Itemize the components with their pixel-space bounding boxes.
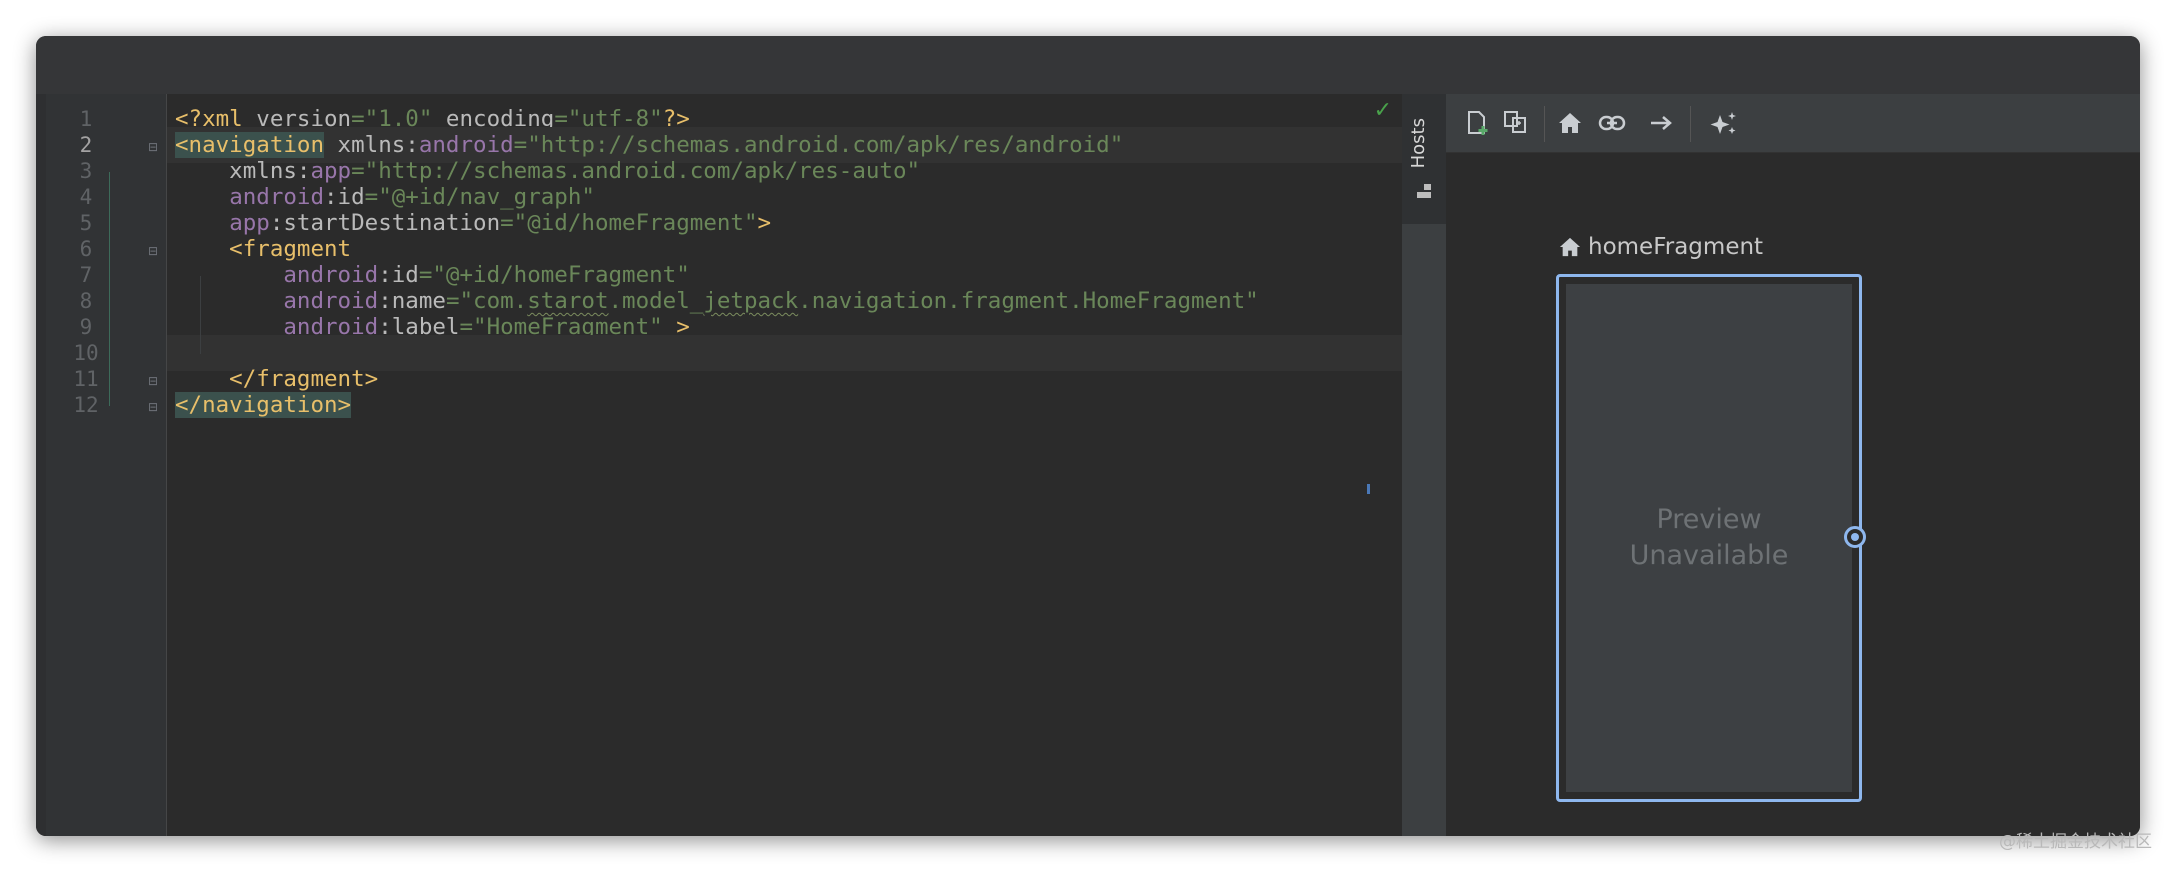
deep-link-icon[interactable]	[1594, 106, 1630, 140]
indent-guide	[200, 276, 201, 354]
hosts-tool-strip: Hosts	[1402, 94, 1446, 836]
line-number-gutter: 1 2 3 4 5 6 7 8 9 10 11 12	[46, 94, 166, 836]
add-action-icon[interactable]	[1644, 106, 1680, 140]
action-drag-handle[interactable]	[1844, 526, 1866, 548]
design-toolbar	[1446, 94, 2140, 153]
new-destination-icon[interactable]	[1460, 106, 1496, 140]
toolbar-separator	[1690, 106, 1691, 142]
hosts-icon	[1417, 184, 1431, 198]
toolbar-separator	[1544, 106, 1545, 142]
home-fragment-destination[interactable]: Preview Unavailable	[1556, 274, 1862, 802]
line-number: 12	[73, 393, 99, 417]
fold-marker-icon[interactable]: ⊟	[146, 244, 160, 258]
code-line[interactable]: </navigation>	[167, 387, 1402, 423]
destination-name: homeFragment	[1588, 234, 1764, 260]
assign-start-destination-icon[interactable]	[1552, 106, 1588, 140]
watermark: @稀土掘金技术社区	[1999, 832, 2152, 852]
indent-guide	[109, 172, 110, 406]
ide-window: 1 2 3 4 5 6 7 8 9 10 11 12 <?xml version="1.0" enco…	[36, 36, 2140, 836]
auto-arrange-icon[interactable]	[1706, 106, 1742, 140]
scrollbar-marker[interactable]	[1367, 484, 1370, 494]
fold-marker-icon[interactable]: ⊟	[146, 400, 160, 414]
code-token: </navigation>	[175, 392, 352, 418]
hosts-tab-label: Hosts	[1408, 118, 1429, 169]
fold-marker-icon[interactable]: ⊟	[146, 140, 160, 154]
hosts-tab[interactable]: Hosts	[1402, 94, 1446, 224]
navigation-design-panel[interactable]: homeFragment Preview Unavailable	[1446, 94, 2140, 836]
start-destination-icon	[1559, 237, 1581, 257]
destination-label: homeFragment	[1558, 234, 1763, 260]
left-tool-strip	[36, 94, 46, 836]
preview-unavailable-text: Preview Unavailable	[1629, 504, 1789, 571]
fold-marker-icon[interactable]: ⊟	[146, 374, 160, 388]
inspection-ok-icon[interactable]: ✓	[1374, 98, 1392, 123]
new-nested-graph-icon[interactable]	[1498, 106, 1534, 140]
code-editor[interactable]: 1 2 3 4 5 6 7 8 9 10 11 12 <?xml version="1.0" enco…	[46, 94, 1402, 836]
destination-preview: Preview Unavailable	[1566, 284, 1852, 792]
editor-tab-bar	[36, 36, 2140, 95]
